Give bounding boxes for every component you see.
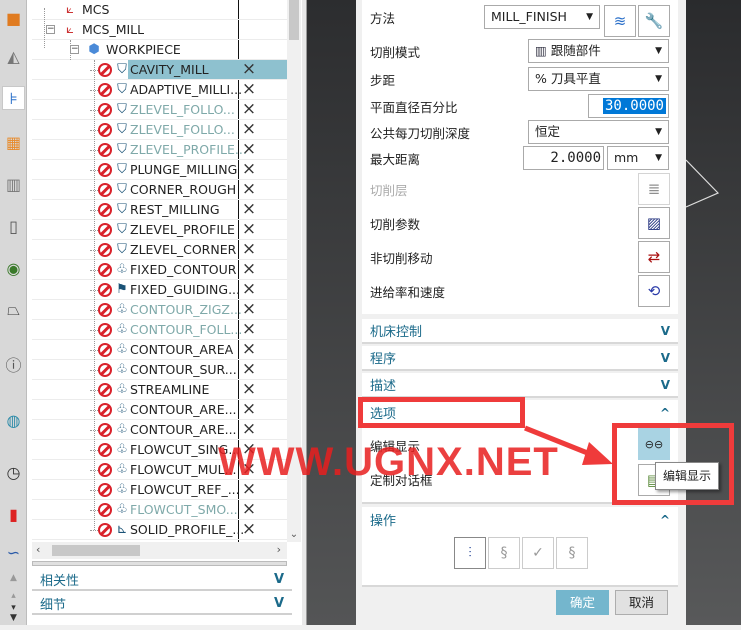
annotation-arrow [524, 425, 613, 465]
watermark: WWW.UGNX.NET [218, 440, 559, 484]
tooltip: 编辑显示 [655, 462, 719, 490]
